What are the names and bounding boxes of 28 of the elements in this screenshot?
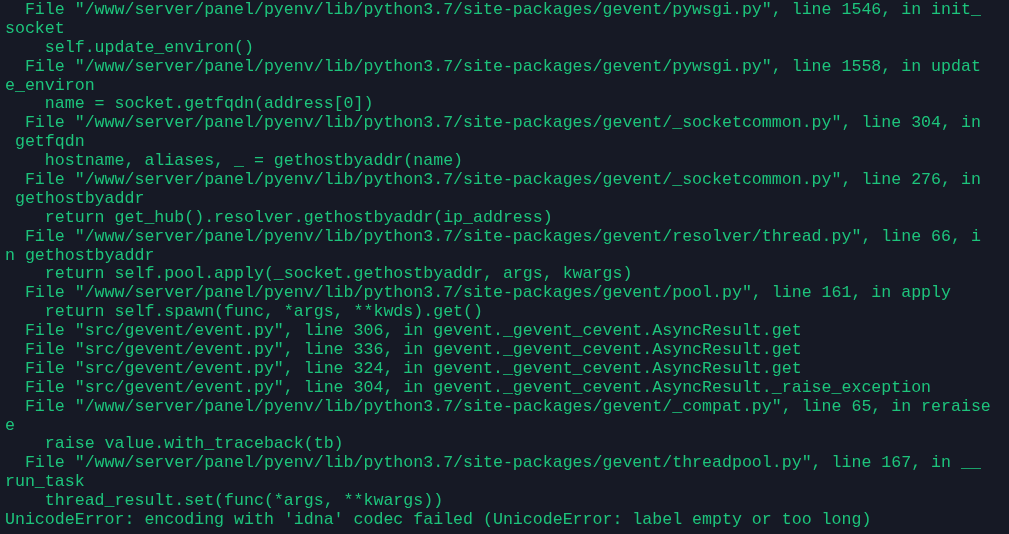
output-line: File "src/gevent/event.py", line 336, in gevent._gevent_cevent.AsyncResult.get [23,340,802,360]
output-line: run_task [5,472,85,492]
output-line: File "/www/server/panel/pyenv/lib/python3.7/site-packages/gevent/_socketcommon.py", line 304, in [23,113,981,133]
output-line: e_environ [5,75,95,95]
output-line: n gethostbyaddr [5,245,155,265]
output-line: return self.spawn(func, *args, **kwds).get() [43,302,483,322]
output-line: File "/www/server/panel/pyenv/lib/python3.7/site-packages/gevent/resolver/thread.py", line 66, i [23,226,981,246]
output-line: File "/www/server/panel/pyenv/lib/python3.7/site-packages/gevent/pywsgi.py", line 1546, in init_ [23,0,981,19]
output-line: raise value.with_traceback(tb) [43,434,344,454]
output-line: File "/www/server/panel/pyenv/lib/python3.7/site-packages/gevent/_socketcommon.py", line 276, in [23,170,981,189]
output-line: thread_result.set(func(*args, **kwargs)) [43,491,444,511]
output-line: name = socket.getfqdn(address[0]) [43,94,374,114]
output-line: self.update_environ() [43,37,254,57]
output-line: return get_hub().resolver.gethostbyaddr(ip_address) [43,207,553,227]
output-line: UnicodeError: encoding with 'idna' codec failed (UnicodeError: label empty or too long) [5,510,872,530]
output-line: File "/www/server/panel/pyenv/lib/python3.7/site-packages/gevent/_compat.py", line 65, in reraise [23,396,991,416]
output-line: File "src/gevent/event.py", line 324, in gevent._gevent_cevent.AsyncResult.get [23,358,802,378]
output-line: e [5,415,15,435]
output-line: File "src/gevent/event.py", line 304, in gevent._gevent_cevent.AsyncResult._raise_exception [23,377,932,397]
output-line: File "src/gevent/event.py", line 306, in gevent._gevent_cevent.AsyncResult.get [23,321,802,341]
output-line: File "/www/server/panel/pyenv/lib/python3.7/site-packages/gevent/pool.py", line 161, in apply [23,283,951,303]
output-line: gethostbyaddr [13,188,145,208]
output-line: getfqdn [13,132,85,152]
output-line: socket [5,18,65,38]
output-line: hostname, aliases, _ = gethostbyaddr(name) [43,151,464,171]
output-line: File "/www/server/panel/pyenv/lib/python3.7/site-packages/gevent/pywsgi.py", line 1558, in updat [23,56,981,76]
output-line: File "/www/server/panel/pyenv/lib/python3.7/site-packages/gevent/threadpool.py", line 167, in __ [23,453,981,473]
output-line: return self.pool.apply(_socket.gethostbyaddr, args, kwargs) [43,264,633,284]
